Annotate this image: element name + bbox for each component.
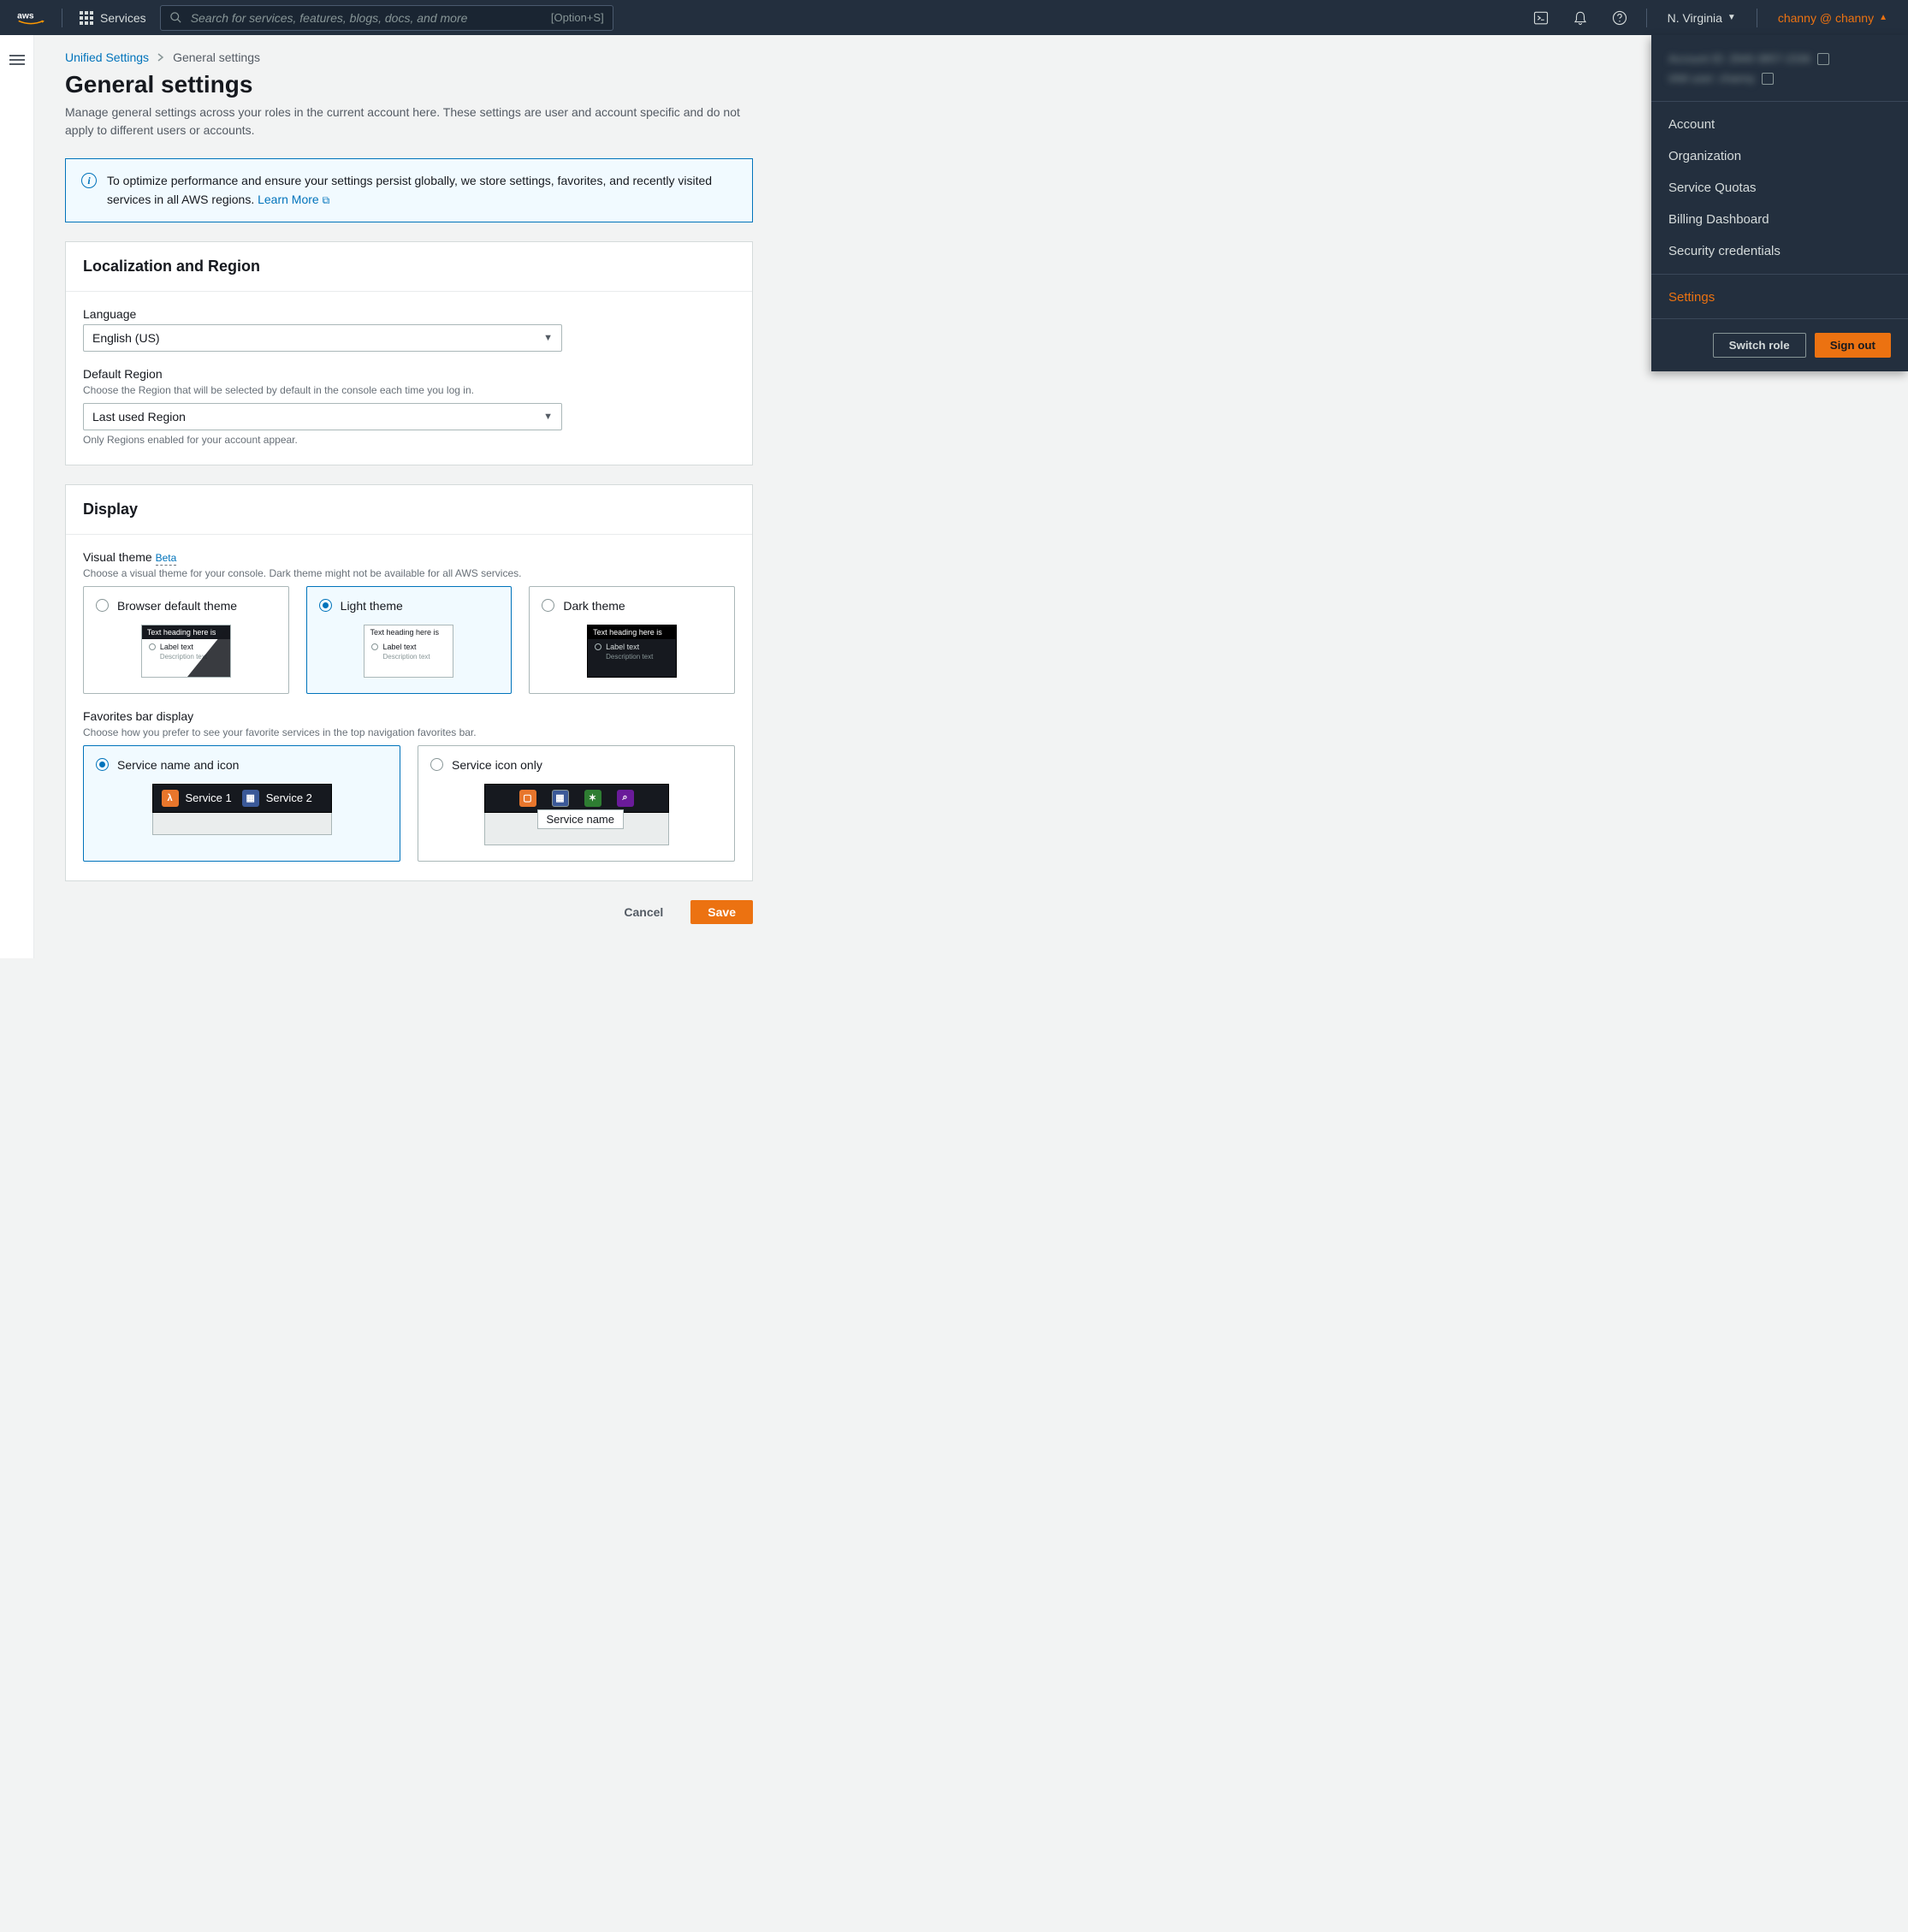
divider: [1646, 9, 1647, 27]
save-button[interactable]: Save: [690, 900, 753, 924]
visual-theme-desc: Choose a visual theme for your console. …: [83, 567, 735, 579]
menu-item-organization[interactable]: Organization: [1651, 140, 1908, 172]
action-buttons: Cancel Save: [65, 900, 753, 924]
favorites-bar-desc: Choose how you prefer to see your favori…: [83, 726, 735, 738]
region-selector[interactable]: N. Virginia ▼: [1657, 11, 1746, 25]
service-icon: λ: [162, 790, 179, 807]
copy-icon[interactable]: [1763, 74, 1774, 85]
theme-preview: Text heading here is Label text Descript…: [364, 625, 453, 678]
menu-item-quotas[interactable]: Service Quotas: [1651, 172, 1908, 204]
search-input[interactable]: [191, 11, 542, 25]
caret-down-icon: ▼: [543, 412, 553, 422]
search-box[interactable]: [Option+S]: [160, 5, 613, 31]
services-label: Services: [100, 11, 146, 25]
radio-label: Service name and icon: [117, 758, 239, 772]
radio-label: Browser default theme: [117, 599, 237, 613]
tooltip: Service name: [537, 809, 624, 829]
breadcrumb-current: General settings: [173, 50, 260, 64]
radio-icon: [430, 758, 443, 771]
favorites-preview: λService 1 ▦Service 2: [96, 784, 388, 835]
learn-more-link[interactable]: Learn More ⧉: [258, 193, 329, 206]
radio-icon: [96, 599, 109, 612]
panel-display: Display Visual theme Beta Choose a visua…: [65, 484, 753, 881]
notifications-button[interactable]: [1564, 10, 1597, 26]
service-icon: ✶: [584, 790, 601, 807]
page-title: General settings: [65, 71, 753, 98]
service-icon: ▢: [519, 790, 536, 807]
theme-preview: Text heading here is Label text Descript…: [587, 625, 677, 678]
copy-icon[interactable]: [1819, 55, 1829, 65]
top-navigation: aws Services [Option+S] N. Virginia ▼ ch…: [0, 0, 1908, 35]
language-select[interactable]: English (US) ▼: [83, 324, 562, 352]
account-menu: Account ID: 2940-3857-2336 IAM user: cha…: [1651, 35, 1908, 371]
service-icon: ▦: [552, 790, 569, 807]
default-region-desc: Choose the Region that will be selected …: [83, 384, 735, 396]
sign-out-button[interactable]: Sign out: [1815, 333, 1891, 358]
hamburger-icon: [9, 52, 25, 68]
panel-heading: Display: [83, 501, 735, 519]
default-region-value: Last used Region: [92, 410, 186, 424]
info-icon: i: [81, 173, 97, 188]
caret-down-icon: ▼: [543, 333, 553, 343]
main-content: Unified Settings General settings Genera…: [34, 35, 787, 958]
banner-text: To optimize performance and ensure your …: [107, 174, 712, 206]
search-icon: [169, 11, 182, 24]
grid-icon: [80, 11, 93, 25]
search-shortcut: [Option+S]: [551, 11, 604, 24]
menu-item-account[interactable]: Account: [1651, 109, 1908, 140]
breadcrumb-root[interactable]: Unified Settings: [65, 50, 149, 64]
language-label: Language: [83, 307, 735, 321]
menu-item-settings[interactable]: Settings: [1651, 282, 1908, 313]
external-link-icon: ⧉: [323, 194, 330, 206]
default-region-select[interactable]: Last used Region ▼: [83, 403, 562, 430]
favorites-bar-label: Favorites bar display: [83, 709, 735, 723]
account-label: channy @ channy: [1778, 11, 1874, 25]
radio-label: Light theme: [341, 599, 403, 613]
aws-logo[interactable]: aws: [10, 9, 51, 26]
panel-localization: Localization and Region Language English…: [65, 241, 753, 465]
account-selector[interactable]: channy @ channy ▲: [1768, 11, 1898, 25]
service-icon: ▦: [242, 790, 259, 807]
theme-preview: Text heading here is Label text Descript…: [141, 625, 231, 678]
language-value: English (US): [92, 331, 160, 345]
services-button[interactable]: Services: [73, 11, 153, 25]
visual-theme-label: Visual theme Beta: [83, 550, 735, 564]
region-label: N. Virginia: [1668, 11, 1722, 25]
menu-item-billing[interactable]: Billing Dashboard: [1651, 204, 1908, 235]
caret-up-icon: ▲: [1879, 13, 1887, 22]
caret-down-icon: ▼: [1727, 13, 1736, 22]
svg-text:aws: aws: [17, 11, 34, 21]
radio-label: Dark theme: [563, 599, 625, 613]
default-region-hint: Only Regions enabled for your account ap…: [83, 434, 735, 446]
breadcrumb: Unified Settings General settings: [65, 50, 753, 64]
help-button[interactable]: [1603, 10, 1636, 26]
sidebar-toggle[interactable]: [0, 35, 34, 958]
radio-icon: [542, 599, 554, 612]
radio-icon: [319, 599, 332, 612]
panel-heading: Localization and Region: [83, 258, 735, 276]
theme-option-default[interactable]: Browser default theme Text heading here …: [83, 586, 289, 694]
theme-option-light[interactable]: Light theme Text heading here is Label t…: [306, 586, 513, 694]
favorites-preview: ▢ ▦ ✶ ⌕ Service name: [484, 784, 669, 845]
menu-item-security[interactable]: Security credentials: [1651, 235, 1908, 267]
cloudshell-button[interactable]: [1525, 10, 1557, 26]
switch-role-button[interactable]: Switch role: [1713, 333, 1806, 358]
default-region-label: Default Region: [83, 367, 735, 381]
theme-option-dark[interactable]: Dark theme Text heading here is Label te…: [529, 586, 735, 694]
fav-option-name-icon[interactable]: Service name and icon λService 1 ▦Servic…: [83, 745, 400, 862]
beta-badge: Beta: [156, 552, 177, 566]
fav-option-icon-only[interactable]: Service icon only ▢ ▦ ✶ ⌕: [418, 745, 735, 862]
info-banner: i To optimize performance and ensure you…: [65, 158, 753, 222]
cancel-button[interactable]: Cancel: [607, 900, 680, 924]
account-menu-header: Account ID: 2940-3857-2336 IAM user: cha…: [1651, 35, 1908, 99]
chevron-right-icon: [157, 53, 164, 62]
radio-label: Service icon only: [452, 758, 542, 772]
page-subtitle: Manage general settings across your role…: [65, 104, 753, 139]
radio-icon: [96, 758, 109, 771]
service-icon: ⌕: [617, 790, 634, 807]
